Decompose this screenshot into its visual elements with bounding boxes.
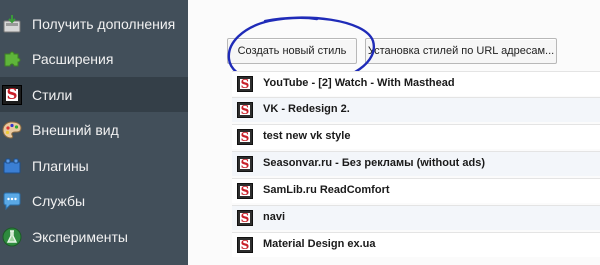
stylish-s-icon: S xyxy=(2,84,22,105)
style-title: navi xyxy=(263,211,286,223)
puzzle-piece-icon xyxy=(2,49,22,69)
sidebar-item-label: Получить дополнения xyxy=(32,15,176,32)
sidebar-item-label: Плагины xyxy=(32,157,89,174)
stylish-s-icon: S xyxy=(237,183,253,199)
sidebar-item-plugins[interactable]: Плагины xyxy=(0,148,188,183)
sidebar-item-label: Эксперименты xyxy=(32,228,128,245)
palette-icon xyxy=(2,120,22,140)
stylish-s-icon: S xyxy=(237,156,253,172)
style-title: test new vk style xyxy=(263,130,351,142)
download-box-icon xyxy=(2,14,22,34)
sidebar-item-label: Внешний вид xyxy=(32,121,119,138)
stylish-s-icon: S xyxy=(237,102,253,118)
style-title: SamLib.ru ReadComfort xyxy=(263,184,390,196)
sidebar-item-label: Стили xyxy=(32,86,73,103)
sidebar-item-experiments[interactable]: Эксперименты xyxy=(0,219,188,254)
stylish-s-icon: S xyxy=(237,76,253,92)
list-item[interactable]: S Seasonvar.ru - Без рекламы (without ad… xyxy=(232,151,600,176)
stylish-s-icon: S xyxy=(237,129,253,145)
sidebar-item-label: Расширения xyxy=(32,50,114,67)
lego-brick-icon xyxy=(2,156,22,176)
sidebar-item-label: Службы xyxy=(32,192,86,209)
sidebar: Получить дополнения Расширения S Стили В… xyxy=(0,0,188,265)
stylish-s-icon: S xyxy=(237,237,253,253)
list-item[interactable]: S VK - Redesign 2. xyxy=(232,97,600,122)
list-item[interactable]: S Material Design ex.ua xyxy=(232,232,600,257)
chat-bubble-icon xyxy=(2,191,22,211)
sidebar-item-styles[interactable]: S Стили xyxy=(0,77,188,112)
stylish-s-icon: S xyxy=(237,210,253,226)
list-item[interactable]: S test new vk style xyxy=(232,124,600,149)
install-styles-from-url-button[interactable]: Установка стилей по URL адресам... xyxy=(365,38,557,64)
list-item[interactable]: S SamLib.ru ReadComfort xyxy=(232,178,600,203)
flask-icon xyxy=(2,227,22,247)
stylish-s-letter: S xyxy=(6,84,18,103)
sidebar-item-appearance[interactable]: Внешний вид xyxy=(0,112,188,147)
list-item[interactable]: S YouTube - [2] Watch - With Masthead xyxy=(232,71,600,96)
sidebar-item-extensions[interactable]: Расширения xyxy=(0,41,188,76)
style-title: YouTube - [2] Watch - With Masthead xyxy=(263,77,455,89)
style-title: Seasonvar.ru - Без рекламы (without ads) xyxy=(263,157,486,169)
style-title: VK - Redesign 2. xyxy=(263,103,350,115)
style-title: Material Design ex.ua xyxy=(263,238,376,250)
list-item[interactable]: S navi xyxy=(232,205,600,230)
sidebar-item-get-addons[interactable]: Получить дополнения xyxy=(0,6,188,41)
sidebar-item-services[interactable]: Службы xyxy=(0,183,188,218)
